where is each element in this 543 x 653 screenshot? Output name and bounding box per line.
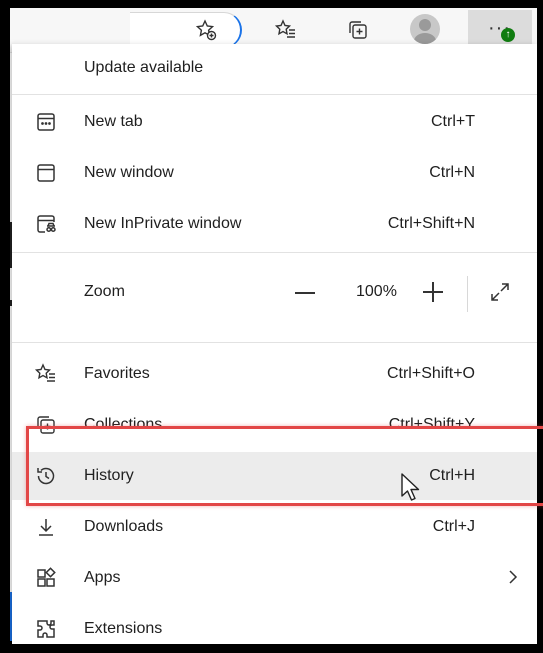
menu-item-label: New tab — [84, 113, 143, 130]
menu-item-favorites[interactable]: Favorites Ctrl+Shift+O — [12, 350, 537, 398]
extensions-icon — [34, 617, 58, 641]
menu-item-apps[interactable]: Apps — [12, 554, 537, 602]
menu-item-new-inprivate-window[interactable]: New InPrivate window Ctrl+Shift+N — [12, 200, 537, 248]
menu-item-update-available[interactable]: Update available — [12, 44, 537, 92]
update-available-badge: ↑ — [501, 28, 515, 42]
menu-item-shortcut: Ctrl+Shift+O — [386, 365, 475, 382]
zoom-out-button[interactable] — [295, 292, 315, 294]
menu-item-zoom: Zoom 100% — [12, 262, 537, 312]
new-window-icon — [34, 161, 58, 185]
downloads-icon — [34, 515, 58, 539]
menu-item-label: Zoom — [84, 283, 125, 300]
zoom-in-button[interactable] — [423, 282, 443, 302]
menu-item-shortcut: Ctrl+N — [429, 164, 475, 181]
apps-icon — [34, 566, 58, 590]
chevron-right-icon — [503, 567, 523, 587]
menu-item-new-tab[interactable]: New tab Ctrl+T — [12, 98, 537, 146]
menu-item-label: New window — [84, 164, 174, 181]
inprivate-window-icon — [34, 212, 58, 236]
menu-item-label: Apps — [84, 569, 121, 586]
menu-separator — [12, 252, 537, 253]
menu-item-shortcut: Ctrl+Shift+N — [387, 215, 475, 232]
menu-item-label: Update available — [84, 59, 204, 76]
menu-item-label: Favorites — [84, 365, 150, 382]
fullscreen-icon[interactable] — [488, 280, 512, 304]
menu-separator — [12, 94, 537, 95]
favorites-icon — [34, 362, 58, 386]
menu-item-label: Extensions — [84, 620, 163, 637]
zoom-divider — [467, 276, 468, 312]
collections-icon[interactable] — [344, 16, 372, 44]
menu-item-shortcut: Ctrl+T — [431, 113, 475, 130]
menu-item-shortcut: Ctrl+J — [432, 518, 475, 535]
zoom-level: 100% — [356, 283, 397, 300]
menu-item-label: Downloads — [84, 518, 164, 535]
mouse-cursor-icon — [400, 472, 422, 504]
menu-item-downloads[interactable]: Downloads Ctrl+J — [12, 503, 537, 551]
favorites-icon[interactable] — [272, 16, 300, 44]
menu-separator — [12, 342, 537, 343]
address-bar-end[interactable] — [130, 12, 242, 48]
profile-avatar[interactable] — [410, 14, 442, 46]
new-tab-icon — [34, 110, 58, 134]
menu-item-new-window[interactable]: New window Ctrl+N — [12, 149, 537, 197]
add-to-favorites-icon[interactable] — [192, 16, 220, 44]
settings-and-more-menu: Update available New tab Ctrl+T New wind… — [12, 44, 537, 644]
annotation-highlight-box — [26, 426, 543, 506]
menu-item-extensions[interactable]: Extensions — [12, 605, 537, 653]
menu-item-label: New InPrivate window — [84, 215, 242, 232]
